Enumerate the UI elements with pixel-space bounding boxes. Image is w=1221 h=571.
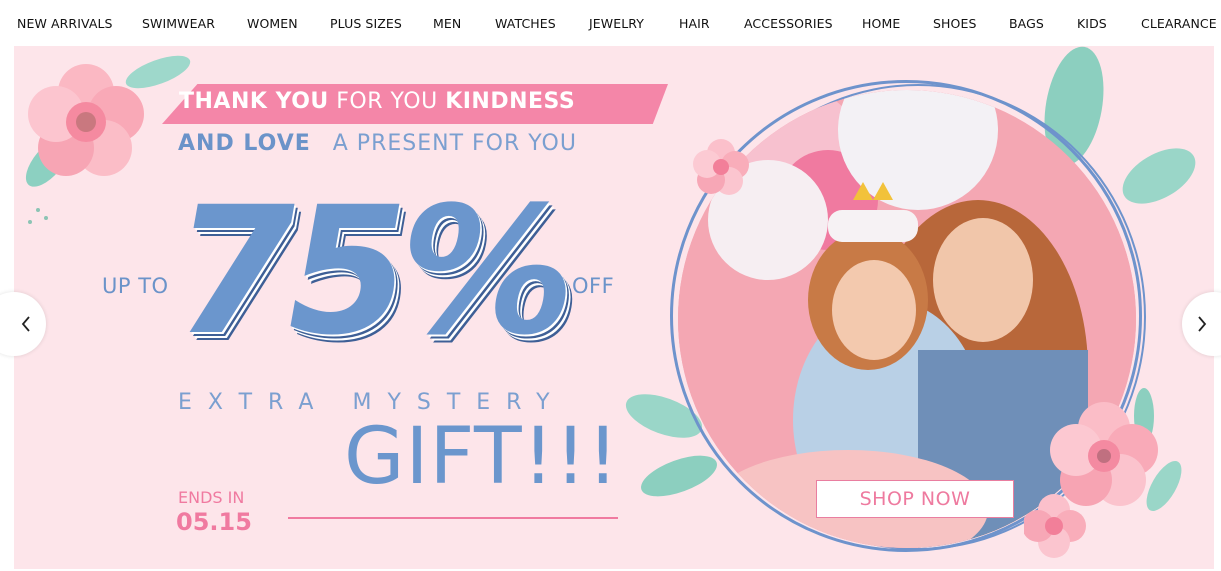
subheadline-present: A PRESENT FOR YOU xyxy=(332,131,577,156)
nav-item-new-arrivals[interactable]: NEW ARRIVALS xyxy=(17,16,113,31)
nav-item-kids[interactable]: KIDS xyxy=(1077,16,1107,31)
nav-item-jewelry[interactable]: JEWELRY xyxy=(589,16,644,31)
nav-item-watches[interactable]: WATCHES xyxy=(495,16,556,31)
up-to-label: UP TO xyxy=(102,274,169,298)
discount-percent: 75% xyxy=(156,169,584,374)
headline-ribbon-text: THANK YOU FOR YOU KINDNESS xyxy=(179,89,575,114)
nav-item-accessories[interactable]: ACCESSORIES xyxy=(744,16,833,31)
headline-thank-you: THANK YOU xyxy=(179,89,329,114)
nav-item-swimwear[interactable]: SWIMWEAR xyxy=(142,16,215,31)
subheadline: AND LOVE A PRESENT FOR YOU xyxy=(178,131,577,156)
nav-item-clearance[interactable]: CLEARANCE xyxy=(1141,16,1217,31)
ends-date: 05.15 xyxy=(176,508,252,536)
flower-decoration-photo-top xyxy=(693,139,749,195)
subheadline-and-love: AND LOVE xyxy=(178,131,311,156)
nav-item-men[interactable]: MEN xyxy=(433,16,461,31)
nav-item-women[interactable]: WOMEN xyxy=(247,16,298,31)
chevron-right-icon xyxy=(1198,316,1207,332)
headline-kindness: KINDNESS xyxy=(445,89,576,114)
flower-decoration-bottom-right xyxy=(1024,388,1182,558)
divider-line xyxy=(288,517,618,519)
top-navigation: NEW ARRIVALS SWIMWEAR WOMEN PLUS SIZES M… xyxy=(0,0,1221,46)
nav-item-shoes[interactable]: SHOES xyxy=(933,16,977,31)
off-label: OFF xyxy=(572,274,615,298)
nav-item-plus-sizes[interactable]: PLUS SIZES xyxy=(330,16,402,31)
promo-banner[interactable]: THANK YOU FOR YOU KINDNESS AND LOVE A PRE… xyxy=(14,46,1214,569)
shop-now-button[interactable]: SHOP NOW xyxy=(816,480,1014,518)
ends-in-label: ENDS IN xyxy=(178,488,245,507)
nav-item-bags[interactable]: BAGS xyxy=(1009,16,1044,31)
nav-item-hair[interactable]: HAIR xyxy=(679,16,710,31)
nav-item-home[interactable]: HOME xyxy=(862,16,900,31)
headline-for-you: FOR YOU xyxy=(336,89,438,114)
gift-label: GIFT!!! xyxy=(344,412,620,502)
chevron-left-icon xyxy=(21,316,30,332)
flower-decoration-top-left xyxy=(25,55,191,224)
